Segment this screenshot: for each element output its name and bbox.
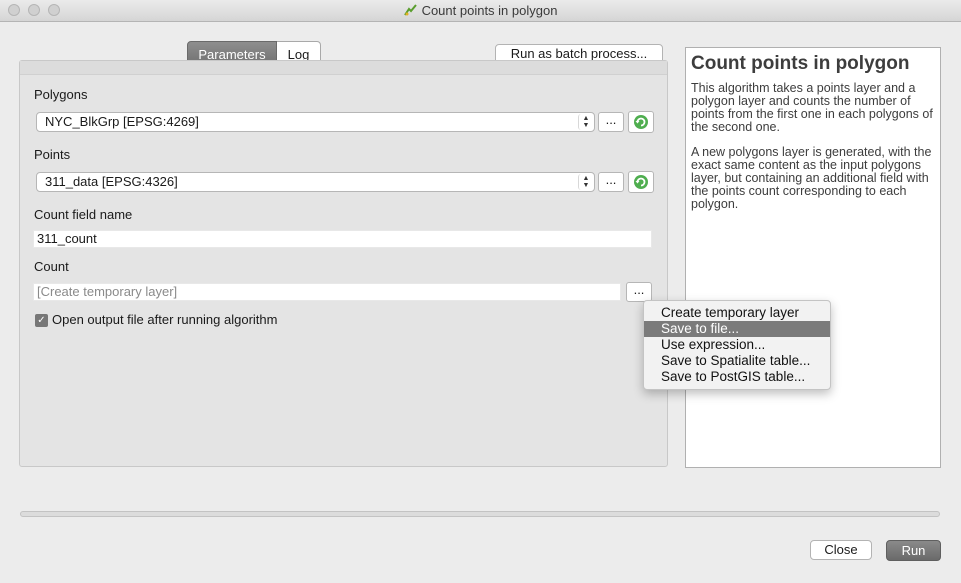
help-paragraph: A new polygons layer is generated, with … [691,145,932,211]
count-output-input[interactable]: [Create temporary layer] [33,283,621,301]
menu-item-create-temporary-layer[interactable]: Create temporary layer [644,305,830,321]
help-paragraph: This algorithm takes a points layer and … [691,81,933,134]
help-panel: Count points in polygon This algorithm t… [685,47,941,468]
updown-arrows-icon: ▲ ▼ [578,174,593,190]
progress-bar [20,511,940,517]
polygons-combo-value: NYC_BlkGrp [EPSG:4269] [45,114,199,129]
count-output-label: Count [34,259,69,274]
help-title: Count points in polygon [691,53,910,74]
polygons-combo[interactable]: NYC_BlkGrp [EPSG:4269] ▲ ▼ [36,112,595,132]
points-combo[interactable]: 311_data [EPSG:4326] ▲ ▼ [36,172,595,192]
menu-item-use-expression[interactable]: Use expression... [644,337,830,353]
iterate-icon [634,115,648,129]
run-button[interactable]: Run [886,540,941,561]
updown-arrows-icon: ▲ ▼ [578,114,593,130]
points-iterate-button[interactable] [628,171,654,193]
count-output-menu-button[interactable]: ... [626,282,652,302]
polygons-label: Polygons [34,87,88,102]
open-output-label: Open output file after running algorithm [52,312,278,327]
menu-item-save-to-file[interactable]: Save to file... [644,321,830,337]
window-title-wrap: Count points in polygon [0,3,961,18]
menu-item-save-to-spatialite[interactable]: Save to Spatialite table... [644,353,830,369]
menu-item-save-to-postgis[interactable]: Save to PostGIS table... [644,369,830,385]
points-browse-button[interactable]: ... [598,172,624,192]
close-button[interactable]: Close [810,540,872,560]
iterate-icon [634,175,648,189]
polygons-browse-button[interactable]: ... [598,112,624,132]
count-field-name-input[interactable]: 311_count [33,230,652,248]
output-options-menu: Create temporary layer Save to file... U… [643,300,831,390]
count-field-name-label: Count field name [34,207,133,222]
points-label: Points [34,147,71,162]
processing-icon [403,4,417,16]
panel-header-strip [20,61,667,75]
points-combo-value: 311_data [EPSG:4326] [45,174,178,189]
polygons-iterate-button[interactable] [628,111,654,133]
open-output-checkbox[interactable]: ✓ [35,314,48,327]
window-titlebar: Count points in polygon [0,0,961,22]
window-title: Count points in polygon [421,3,558,18]
